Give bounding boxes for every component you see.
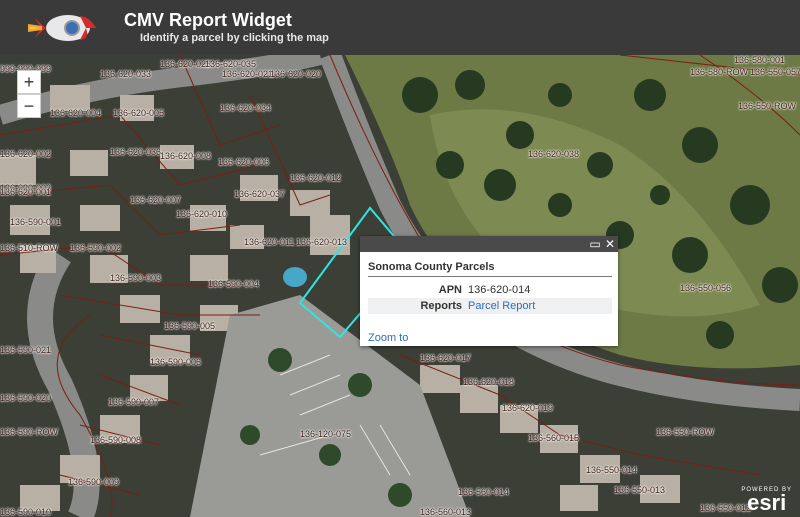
parcel-label: 136-590-006 (150, 357, 202, 367)
parcel-label: 136-560-013 (420, 507, 472, 517)
parcel-label: 136-620-006 (218, 157, 270, 167)
parcel-label: 136-550-013 (614, 485, 666, 495)
parcel-label: 136-620-005 (113, 108, 165, 118)
parcel-label: 136-620-008 (160, 151, 212, 161)
parcel-label: 136-590-ROW (0, 427, 59, 437)
rocket-logo-icon (28, 8, 98, 48)
zoom-control: + − (17, 70, 41, 118)
parcel-label: 136-590-009 (68, 477, 120, 487)
popup-title: Sonoma County Parcels (368, 261, 495, 273)
parcel-label: 136-620-038 (528, 149, 580, 159)
parcel-label: 136-590-021 (0, 345, 52, 355)
parcel-label: 136-620-007 (130, 195, 182, 205)
app-subtitle: Identify a parcel by clicking the map (140, 32, 329, 44)
parcel-label: 136-560-014 (458, 487, 510, 497)
parcel-label: 136-590-001 (10, 217, 62, 227)
parcel-label: 136-550-056 (680, 283, 732, 293)
parcel-label: 136-590-005 (164, 321, 216, 331)
zoom-out-button[interactable]: − (17, 94, 41, 118)
popup-titlebar: ▭ ✕ (360, 236, 618, 252)
maximize-icon[interactable]: ▭ (588, 237, 602, 251)
parcel-label: 136-590-002 (70, 243, 122, 253)
parcel-label: 136-550-057 (750, 67, 800, 77)
parcel-label: 136-620-020 (270, 69, 322, 79)
parcel-label: 136-620-013 (296, 237, 348, 247)
parcel-label: 136-620-023 (160, 59, 212, 69)
parcel-label: 136-620-034 (220, 103, 272, 113)
parcel-label: 136-620-017 (420, 353, 472, 363)
parcel-label: 136-510-ROW (0, 243, 59, 253)
app-title: CMV Report Widget (124, 10, 292, 30)
parcel-label: 136-620-036 (110, 147, 162, 157)
attribute-row-apn: APN 136-620-014 (368, 282, 612, 298)
parcel-label: 136-120-075 (300, 429, 352, 439)
attribute-key: Reports (420, 300, 462, 312)
parcel-label: 136-590-020 (0, 393, 52, 403)
parcel-label: 136-580-ROW (690, 67, 749, 77)
close-icon[interactable]: ✕ (603, 237, 617, 251)
parcel-label: 136-550-014 (586, 465, 638, 475)
parcel-label: 136-620-004 (50, 108, 102, 118)
parcel-label: 136-560-015 (528, 433, 580, 443)
parcel-label: 136-590-007 (108, 397, 160, 407)
parcel-label: 136-590-008 (90, 435, 142, 445)
parcel-label: 136-620-021 (222, 69, 274, 79)
esri-logo: esri (747, 490, 787, 515)
parcel-label: 136-590-003 (110, 273, 162, 283)
parcel-label: 136-580-001 (734, 55, 786, 65)
parcel-label: 136-620-001 (0, 187, 52, 197)
parcel-label: 136-620-033 (100, 69, 152, 79)
attribute-key: APN (438, 284, 462, 296)
zoom-in-button[interactable]: + (17, 70, 41, 94)
parcel-label: 136-620-011 (244, 237, 295, 247)
parcel-label: 136-620-018 (463, 377, 515, 387)
parcel-label: 136-620-010 (176, 209, 228, 219)
parcel-label: 136-620-002 (0, 149, 52, 159)
parcel-label: 136-590-004 (208, 279, 260, 289)
parcel-label: 136-550-ROW (738, 101, 797, 111)
parcel-label: 136-590-010 (0, 507, 52, 517)
parcel-label: 136-620-035 (205, 59, 257, 69)
parcel-label: 136-620-019 (502, 403, 554, 413)
zoom-to-link[interactable]: Zoom to (368, 332, 408, 344)
parcel-label: 136-620-037 (234, 189, 286, 199)
parcel-label: 136-620-012 (290, 173, 342, 183)
parcel-report-link[interactable]: Parcel Report (468, 300, 535, 312)
parcel-label: 136-550-ROW (656, 427, 715, 437)
popup-divider (368, 276, 612, 277)
attribute-row-reports: Reports Parcel Report (368, 298, 612, 314)
identify-popup: ▭ ✕ Sonoma County Parcels APN 136-620-01… (360, 236, 618, 346)
attribute-value: 136-620-014 (468, 284, 531, 296)
app-header: CMV Report Widget Identify a parcel by c… (0, 0, 800, 55)
esri-attribution[interactable]: POWERED BY esri (741, 487, 792, 515)
